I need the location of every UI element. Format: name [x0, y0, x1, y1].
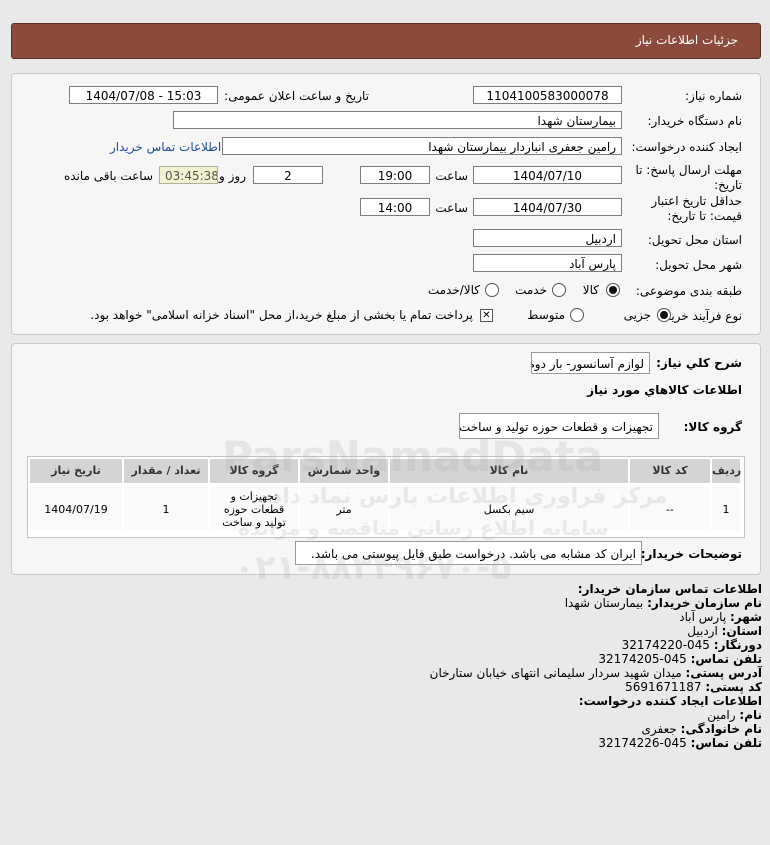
category-label: طبقه بندی موضوعی:: [635, 284, 742, 298]
col-header-goods-name: نام کالا: [390, 459, 628, 483]
announce-field: 1404/07/08 - 15:03: [69, 86, 218, 104]
col-header-unit: واحد شمارش: [300, 459, 388, 483]
contact-info-link[interactable]: اطلاعات تماس خریدار: [110, 140, 221, 154]
buyer-org-label: نام دستگاه خریدار:: [647, 114, 743, 128]
creator-phone: تلفن تماس: 045-32174226: [598, 737, 762, 750]
payment-checkbox[interactable]: ✕: [480, 309, 493, 322]
contact-title: اطلاعات تماس سازمان خریدار:: [577, 582, 762, 596]
page-header: جزئیات اطلاعات نیاز: [11, 23, 761, 59]
contact-province: استان: اردبیل: [687, 625, 762, 638]
creator-name-value: رامین: [707, 708, 736, 722]
contact-address: آدرس پستی: میدان شهید سردار سلیمانی انته…: [430, 667, 762, 680]
province-label: استان محل تحویل:: [647, 233, 742, 247]
creator-info-title: اطلاعات ایجاد کننده درخواست:: [578, 694, 762, 708]
contact-address-value: میدان شهید سردار سلیمانی انتهای خیابان س…: [429, 666, 682, 680]
announce-label: تاریخ و ساعت اعلان عمومی:: [224, 89, 369, 103]
deadline-time-field: 19:00: [360, 166, 430, 184]
table-cell-quantity: 1: [124, 487, 208, 531]
contact-postal: کد پستی: 5691671187: [625, 681, 762, 694]
col-header-quantity: تعداد / مقدار: [124, 459, 208, 483]
contact-phone-label: تلفن تماس:: [690, 652, 762, 666]
contact-city-value: پارس آباد: [679, 610, 727, 624]
creator-family: نام خانوادگی: جعفری: [642, 723, 762, 736]
creator-name-label: نام:: [739, 708, 762, 722]
validity-label-line2: قیمت: تا تاریخ:: [667, 209, 742, 223]
contact-org: نام سازمان خریدار: بیمارستان شهدا: [565, 597, 762, 610]
province-field: اردبیل: [473, 229, 622, 247]
contact-phone: تلفن تماس: 045-32174205: [598, 653, 762, 666]
contact-phone-value: 045-32174205: [598, 652, 687, 666]
city-field: پارس آباد: [473, 254, 622, 272]
creator-phone-label: تلفن تماس:: [690, 736, 762, 750]
col-header-goods-group: گروه کالا: [210, 459, 298, 483]
col-header-goods-code: کد کالا: [630, 459, 710, 483]
validity-hour-label: ساعت: [435, 201, 468, 215]
need-number-label: شماره نیاز:: [685, 89, 742, 103]
goods-group-label: گروه کالا:: [683, 420, 742, 434]
creator-field: رامین جعفری انباردار بیمارستان شهدا: [222, 137, 622, 155]
contact-org-value: بیمارستان شهدا: [564, 596, 644, 610]
contact-city-label: شهر:: [730, 610, 762, 624]
contact-fax: دورنگار: 045-32174220: [622, 639, 762, 652]
remaining-time-field: 03:45:38: [159, 166, 218, 184]
buyer-org-field: بیمارستان شهدا: [173, 111, 622, 129]
contact-fax-value: 045-32174220: [621, 638, 710, 652]
creator-name: نام: رامین: [707, 709, 762, 722]
table-cell-need-date: 1404/07/19: [30, 487, 122, 531]
col-header-row-number: ردیف: [712, 459, 741, 483]
remaining-label: ساعت باقی مانده: [63, 169, 153, 183]
creator-family-value: جعفری: [641, 722, 677, 736]
process-radio-medium[interactable]: [570, 308, 584, 322]
category-option-service: خدمت: [515, 283, 547, 297]
goods-info-title: اطلاعات کالاهاي مورد نياز: [587, 383, 742, 397]
creator-phone-value: 045-32174226: [598, 736, 687, 750]
category-option-goods: کالا: [582, 283, 599, 297]
deadline-label-line1: مهلت ارسال پاسخ: تا: [635, 163, 742, 177]
table-cell-goods-code: --: [630, 487, 710, 531]
contact-fax-label: دورنگار:: [713, 638, 762, 652]
city-label: شهر محل تحویل:: [655, 258, 742, 272]
validity-label-line1: حداقل تاریخ اعتبار: [651, 194, 742, 208]
process-option-minor: جزیی: [623, 308, 651, 322]
category-option-goods-service: کالا/خدمت: [427, 283, 480, 297]
col-header-need-date: تاریخ نیاز: [30, 459, 122, 483]
contact-address-label: آدرس پستی:: [685, 666, 762, 680]
category-radio-goods-service[interactable]: [485, 283, 499, 297]
deadline-date-field: 1404/07/10: [473, 166, 622, 184]
deadline-hour-label: ساعت: [435, 169, 468, 183]
table-cell-goods-group: تجهیزات و قطعات حوزه تولید و ساخت: [210, 487, 298, 531]
process-option-medium: متوسط: [527, 308, 565, 322]
creator-label: ایجاد کننده درخواست:: [631, 140, 742, 154]
creator-family-label: نام خانوادگی:: [680, 722, 762, 736]
table-cell-unit: متر: [300, 487, 388, 531]
buyer-notes-field: ایران کد مشابه می باشد. درخواست طبق فایل…: [295, 541, 642, 565]
contact-org-label: نام سازمان خریدار:: [647, 596, 762, 610]
page-title: جزئیات اطلاعات نیاز: [635, 33, 738, 47]
table-cell-row-number: 1: [712, 487, 740, 531]
contact-postal-label: کد پستی:: [705, 680, 762, 694]
payment-note: پرداخت تمام یا بخشی از مبلغ خرید،از محل …: [90, 308, 473, 322]
deadline-label-line2: تاریخ:: [714, 178, 742, 192]
contact-province-value: اردبیل: [687, 624, 718, 638]
summary-field: لوازم آسانسور- بار دوم: [531, 352, 650, 374]
contact-city: شهر: پارس آباد: [679, 611, 762, 624]
validity-date-field: 1404/07/30: [473, 198, 622, 216]
summary-label: شرح کلي نياز:: [656, 356, 742, 370]
process-radio-minor[interactable]: [657, 308, 671, 322]
need-number-field: 1104100583000078: [473, 86, 622, 104]
category-radio-service[interactable]: [552, 283, 566, 297]
table-cell-goods-name: سیم بکسل: [390, 487, 628, 531]
category-radio-goods[interactable]: [606, 283, 620, 297]
goods-group-field: تجهیزات و قطعات حوزه تولید و ساخت: [459, 413, 659, 439]
days-field: 2: [253, 166, 323, 184]
contact-postal-value: 5691671187: [625, 680, 702, 694]
buyer-notes-label: توضیحات خریدار:: [640, 547, 742, 561]
contact-province-label: استان:: [721, 624, 762, 638]
days-label: روز و: [219, 169, 246, 183]
validity-time-field: 14:00: [360, 198, 430, 216]
